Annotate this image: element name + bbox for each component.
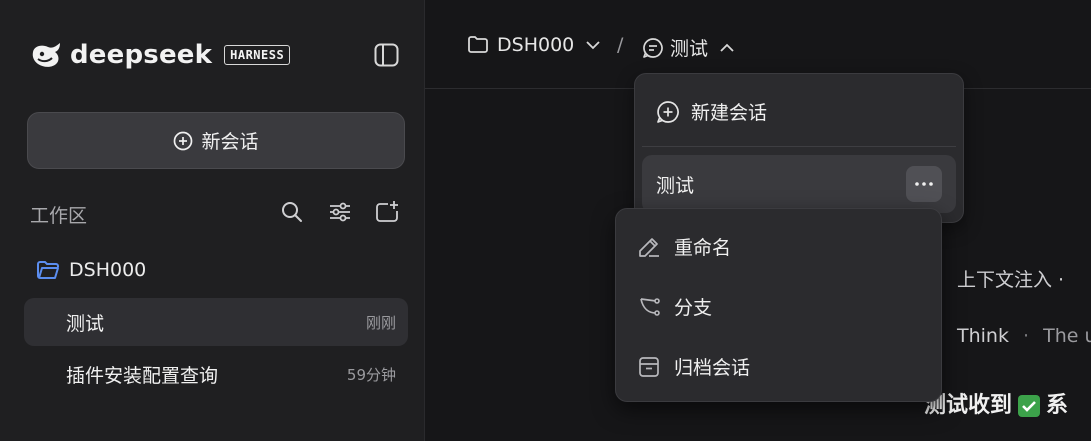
- workspace-folder[interactable]: DSH000: [36, 259, 146, 281]
- brand-logo: deepseek HARNESS: [30, 40, 291, 70]
- branch-label: 分支: [674, 297, 713, 319]
- current-conversation-label: 测试: [656, 175, 695, 197]
- sidebar-toggle-icon[interactable]: [374, 43, 399, 67]
- folder-icon: [468, 36, 488, 53]
- plus-chat-icon: [174, 131, 193, 150]
- folder-name: DSH000: [69, 259, 147, 281]
- think-row: Think · The us: [957, 325, 1091, 347]
- new-chat-button[interactable]: 新会话: [27, 112, 405, 169]
- breadcrumb-separator: /: [617, 34, 624, 56]
- conversation-time: 59分钟: [346, 365, 396, 384]
- workspace-label: 工作区: [30, 205, 88, 227]
- search-icon[interactable]: [280, 200, 304, 224]
- chat-bubble-icon: [643, 37, 663, 58]
- breadcrumb-project-label: DSH000: [497, 34, 575, 56]
- branch-icon: [640, 297, 660, 316]
- current-conversation-item[interactable]: 测试: [642, 155, 956, 213]
- branch-menu-item[interactable]: 分支: [637, 293, 712, 320]
- new-chat-icon: [657, 100, 679, 123]
- conversation-item[interactable]: 插件安装配置查询 59分钟: [24, 350, 408, 398]
- think-preview: The us: [1043, 325, 1091, 347]
- conversation-item[interactable]: 测试 刚刚: [24, 298, 408, 346]
- chevron-down-icon: [586, 41, 600, 50]
- archive-menu-item[interactable]: 归档会话: [637, 353, 750, 380]
- context-injection-text: 上下文注入 ·: [957, 269, 1065, 291]
- message-text-part: 系: [1046, 393, 1069, 418]
- conversation-time: 刚刚: [365, 313, 396, 332]
- conversation-context-menu: 重命名 分支 归档会话: [615, 208, 942, 402]
- new-chat-label: 新会话: [201, 131, 259, 153]
- harness-badge: HARNESS: [224, 45, 291, 65]
- new-folder-icon[interactable]: [375, 200, 399, 224]
- sidebar: deepseek HARNESS 新会话 工作区 DSH000 测试 刚刚 插件…: [0, 0, 425, 441]
- breadcrumb-project[interactable]: DSH000: [467, 34, 602, 56]
- breadcrumb-conversation-label: 测试: [670, 38, 709, 60]
- think-separator: ·: [1023, 325, 1030, 347]
- message-text: 测试收到系: [924, 387, 1068, 419]
- archive-icon: [639, 356, 659, 377]
- conversation-title: 插件安装配置查询: [66, 364, 219, 387]
- rename-label: 重命名: [674, 237, 732, 259]
- think-label: Think: [957, 325, 1009, 347]
- brand-name: deepseek: [70, 40, 213, 70]
- whale-logo-icon: [32, 43, 60, 67]
- breadcrumb-conversation[interactable]: 测试: [642, 34, 736, 61]
- more-options-button[interactable]: [906, 166, 942, 202]
- folder-open-icon: [37, 261, 59, 279]
- menu-divider: [642, 146, 956, 147]
- new-conversation-item[interactable]: 新建会话: [656, 98, 767, 125]
- conversation-title: 测试: [66, 312, 105, 335]
- pencil-icon: [639, 237, 659, 257]
- check-mark-icon: [1018, 395, 1041, 417]
- ellipsis-icon: [915, 182, 933, 186]
- new-conversation-label: 新建会话: [691, 102, 768, 124]
- chevron-up-icon: [720, 43, 734, 52]
- rename-menu-item[interactable]: 重命名: [637, 233, 731, 260]
- conversation-dropdown: 新建会话 测试: [634, 73, 964, 223]
- filter-sliders-icon[interactable]: [328, 200, 352, 224]
- archive-label: 归档会话: [674, 357, 751, 379]
